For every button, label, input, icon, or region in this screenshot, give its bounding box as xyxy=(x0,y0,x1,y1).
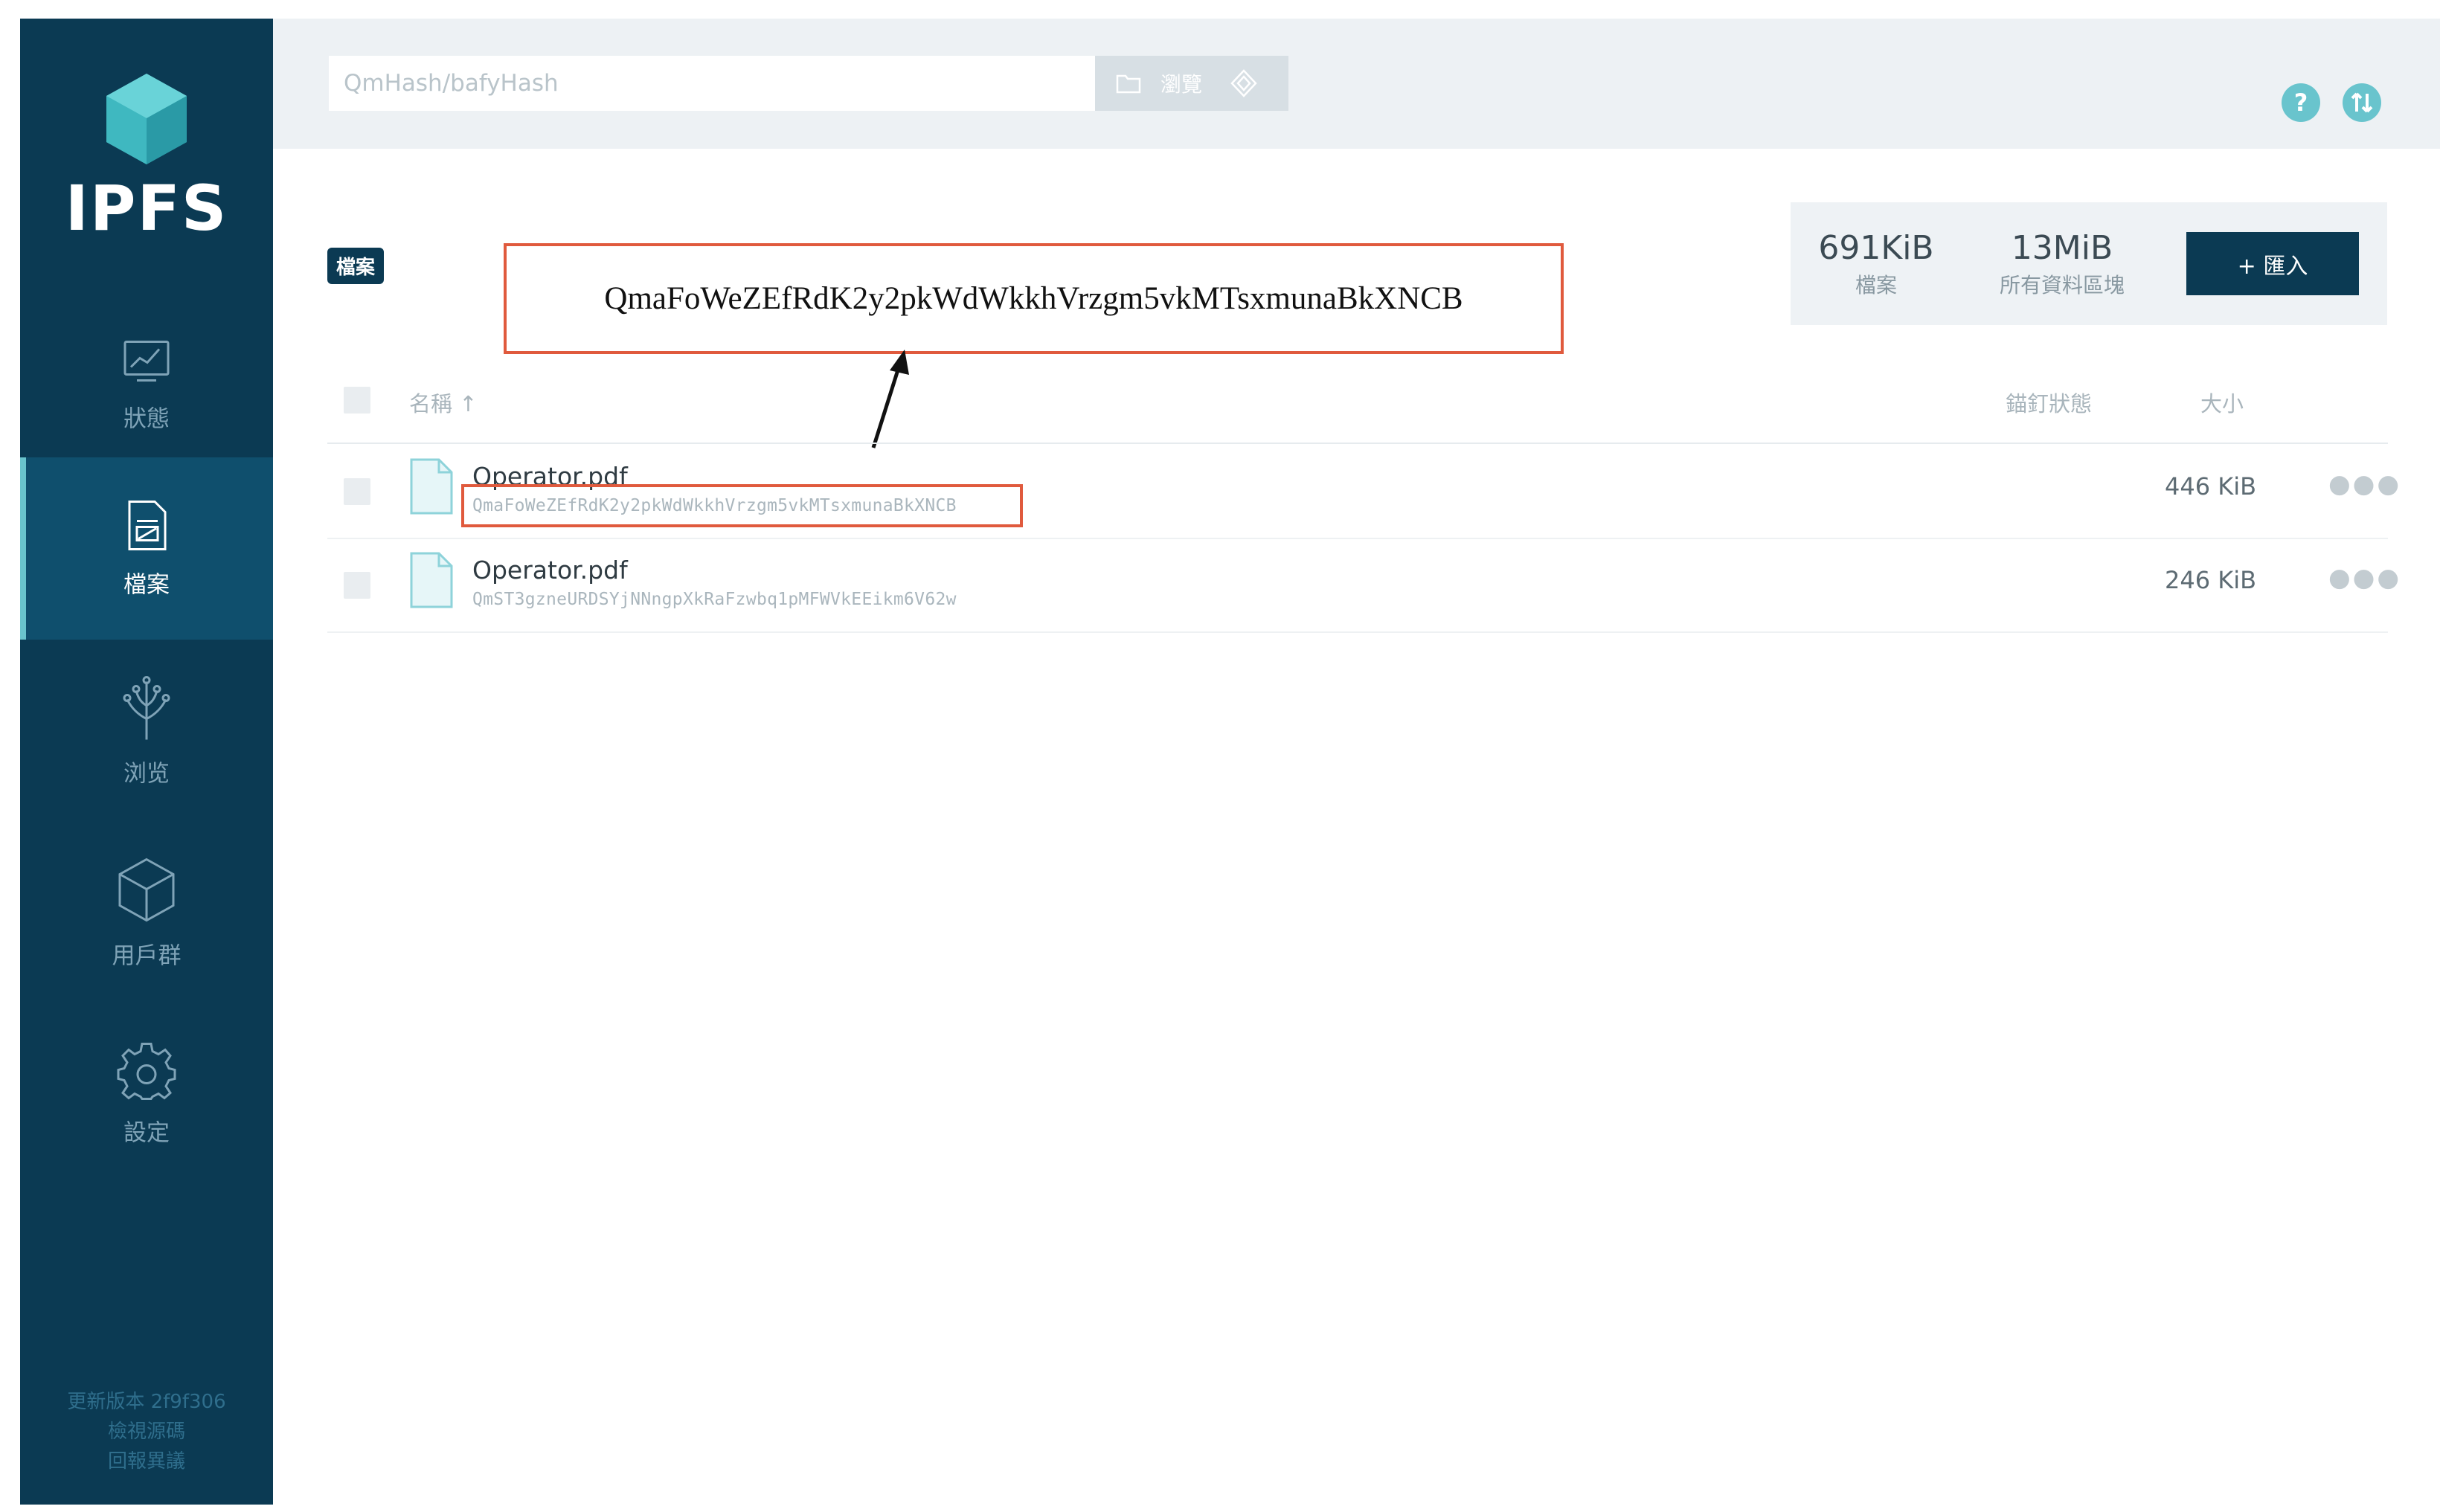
annotation-hash-text: QmaFoWeZEfRdK2y2pkWdWkkhVrzgm5vkMTsxmuna… xyxy=(604,281,1463,316)
sidebar: IPFS 狀態 檔案 浏览 用戶群 設定 更新版本 2f9f306 檢視源碼 回… xyxy=(20,19,273,1505)
row-more-options-icon[interactable]: ●●● xyxy=(2328,563,2401,593)
hash-highlight-box xyxy=(461,484,1023,527)
top-bar: 瀏覽 ? xyxy=(273,19,2440,149)
file-size: 446 KiB xyxy=(2165,472,2257,501)
nav-item-settings[interactable]: 設定 xyxy=(20,1003,273,1185)
help-icon[interactable]: ? xyxy=(2280,82,2322,123)
browse-label: 瀏覽 xyxy=(1160,72,1203,97)
file-document-icon xyxy=(410,552,453,608)
nav-label-status: 狀態 xyxy=(123,405,170,432)
breadcrumb-files[interactable]: 檔案 xyxy=(327,248,385,284)
files-table-header: 名稱 ↑ 錨釘狀態 大小 xyxy=(327,372,2388,444)
peers-cube-icon xyxy=(118,858,175,921)
nav-label-settings: 設定 xyxy=(123,1119,170,1146)
nav-item-files[interactable]: 檔案 xyxy=(20,457,273,640)
logo-text: IPFS xyxy=(65,172,228,245)
nav-item-peers[interactable]: 用戶群 xyxy=(20,822,273,1004)
nav-label-peers: 用戶群 xyxy=(112,942,182,969)
file-hash: QmST3gzneURDSYjNNngpXkRaFzwbq1pMFWVkEEik… xyxy=(472,590,957,609)
folder-icon xyxy=(1116,74,1141,94)
hash-annotation-callout: QmaFoWeZEfRdK2y2pkWdWkkhVrzgm5vkMTsxmuna… xyxy=(504,243,1564,354)
blocks-size-stat: 13MiB 所有資料區塊 xyxy=(1977,231,2148,299)
source-link[interactable]: 檢視源碼 xyxy=(20,1417,273,1447)
report-link[interactable]: 回報異議 xyxy=(20,1447,273,1476)
import-button[interactable]: + 匯入 xyxy=(2186,232,2359,295)
files-icon xyxy=(128,500,167,550)
blocks-size-value: 13MiB xyxy=(2011,229,2113,267)
ipld-flower-icon[interactable] xyxy=(1229,68,1259,98)
connection-status-icon[interactable] xyxy=(2341,82,2383,123)
ipfs-cube-logo-icon xyxy=(106,74,187,164)
nav-label-files: 檔案 xyxy=(123,571,170,598)
browse-button[interactable]: 瀏覽 xyxy=(1095,56,1288,111)
row-checkbox[interactable] xyxy=(344,572,370,599)
nav-item-status[interactable]: 狀態 xyxy=(20,294,273,476)
column-pin-header[interactable]: 錨釘狀態 xyxy=(2006,387,2092,418)
column-name-header[interactable]: 名稱 ↑ xyxy=(409,387,478,418)
nav-item-explore[interactable]: 浏览 xyxy=(20,640,273,822)
files-size-stat: 691KiB 檔案 xyxy=(1813,231,1939,299)
file-size: 246 KiB xyxy=(2165,566,2257,594)
files-size-value: 691KiB xyxy=(1818,229,1934,267)
nav-label-explore: 浏览 xyxy=(123,760,170,787)
file-document-icon xyxy=(410,458,453,515)
version-link[interactable]: 更新版本 2f9f306 xyxy=(20,1387,273,1417)
column-size-header[interactable]: 大小 xyxy=(2200,387,2244,418)
table-row[interactable]: Operator.pdf QmST3gzneURDSYjNNngpXkRaFzw… xyxy=(327,538,2399,633)
blocks-size-label: 所有資料區塊 xyxy=(1999,273,2125,297)
hash-search-input[interactable] xyxy=(329,56,1095,111)
files-size-label: 檔案 xyxy=(1855,273,1897,297)
explore-tree-icon xyxy=(123,675,170,739)
row-checkbox[interactable] xyxy=(344,478,370,505)
status-chart-icon xyxy=(123,340,170,382)
ipfs-logo[interactable]: IPFS xyxy=(20,71,273,271)
select-all-checkbox[interactable] xyxy=(344,387,370,414)
sidebar-footer: 更新版本 2f9f306 檢視源碼 回報異議 xyxy=(20,1387,273,1476)
svg-text:?: ? xyxy=(2294,89,2308,117)
settings-gear-icon xyxy=(117,1042,176,1100)
file-name[interactable]: Operator.pdf xyxy=(472,556,628,585)
row-more-options-icon[interactable]: ●●● xyxy=(2328,469,2401,499)
